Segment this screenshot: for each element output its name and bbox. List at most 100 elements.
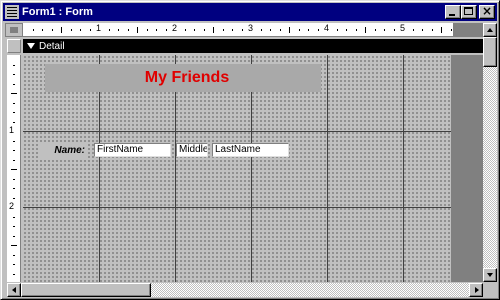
ruler-tick bbox=[394, 29, 395, 31]
ruler-tick bbox=[280, 29, 281, 31]
ruler-tick bbox=[261, 29, 262, 31]
close-icon: × bbox=[481, 4, 493, 18]
scroll-down-button[interactable] bbox=[483, 268, 497, 282]
detail-section-bar[interactable]: Detail bbox=[23, 39, 483, 53]
ruler-tick bbox=[13, 188, 15, 189]
maximize-icon bbox=[464, 7, 473, 15]
title-bar[interactable]: Form1 : Form × bbox=[3, 3, 497, 21]
grid-line bbox=[23, 207, 451, 208]
lastname-textbox[interactable]: LastName bbox=[212, 143, 289, 157]
ruler-tick bbox=[318, 29, 319, 31]
ruler-tick bbox=[232, 29, 233, 31]
ruler-tick bbox=[13, 226, 15, 227]
ruler-number: 1 bbox=[9, 125, 15, 135]
ruler-tick bbox=[13, 264, 15, 265]
section-selector[interactable] bbox=[7, 39, 21, 53]
ruler-tick bbox=[147, 29, 148, 31]
ruler-tick bbox=[242, 29, 243, 31]
ruler-tick bbox=[13, 236, 15, 237]
minimize-icon bbox=[449, 14, 455, 16]
ruler-tick bbox=[194, 29, 195, 31]
ruler-tick bbox=[384, 29, 385, 31]
section-label: Detail bbox=[39, 40, 65, 52]
grid-line bbox=[327, 55, 328, 282]
ruler-tick bbox=[413, 29, 414, 31]
ruler-tick bbox=[13, 160, 15, 161]
firstname-textbox[interactable]: FirstName bbox=[94, 143, 171, 157]
ruler-tick bbox=[13, 84, 15, 85]
ruler-tick bbox=[52, 29, 53, 31]
ruler-tick bbox=[13, 217, 15, 218]
ruler-tick bbox=[118, 29, 119, 31]
grid-line bbox=[23, 131, 451, 132]
window-title: Form1 : Form bbox=[22, 6, 93, 18]
form-background-area bbox=[451, 55, 483, 282]
form-icon[interactable] bbox=[5, 5, 19, 19]
ruler-tick bbox=[213, 27, 214, 33]
ruler-gray-area bbox=[453, 23, 483, 37]
grid-line bbox=[403, 55, 404, 282]
ruler-tick bbox=[13, 179, 15, 180]
horizontal-ruler[interactable]: 1 2 3 4 5 bbox=[23, 23, 483, 37]
ruler-number: 2 bbox=[9, 201, 15, 211]
ruler-tick bbox=[13, 65, 15, 66]
vertical-scrollbar[interactable] bbox=[483, 23, 497, 282]
ruler-tick bbox=[337, 29, 338, 31]
ruler-tick bbox=[13, 198, 15, 199]
ruler-tick bbox=[13, 74, 15, 75]
ruler-tick bbox=[365, 27, 366, 33]
ruler-tick bbox=[166, 29, 167, 31]
ruler-tick bbox=[13, 122, 15, 123]
ruler-tick bbox=[356, 29, 357, 31]
name-label[interactable]: Name: bbox=[39, 144, 87, 158]
ruler-tick bbox=[109, 29, 110, 31]
ruler-tick bbox=[223, 29, 224, 31]
ruler-tick bbox=[432, 29, 433, 31]
ruler-tick bbox=[13, 255, 15, 256]
ruler-tick bbox=[422, 29, 423, 31]
ruler-number: 5 bbox=[400, 23, 406, 33]
ruler-tick bbox=[61, 27, 62, 33]
ruler-tick bbox=[11, 245, 17, 246]
ruler-tick bbox=[42, 29, 43, 31]
ruler-tick bbox=[90, 29, 91, 31]
ruler-tick bbox=[128, 29, 129, 31]
middle-textbox[interactable]: Middle bbox=[176, 143, 208, 157]
ruler-tick bbox=[185, 29, 186, 31]
ruler-tick bbox=[156, 29, 157, 31]
ruler-tick bbox=[13, 141, 15, 142]
vertical-scroll-thumb[interactable] bbox=[483, 37, 497, 67]
ruler-tick bbox=[13, 274, 15, 275]
ruler-tick bbox=[11, 93, 17, 94]
ruler-tick bbox=[11, 169, 17, 170]
form-selector[interactable] bbox=[5, 23, 23, 37]
ruler-tick bbox=[451, 29, 452, 31]
ruler-tick bbox=[375, 29, 376, 31]
scroll-right-button[interactable] bbox=[469, 283, 483, 297]
horizontal-scroll-thumb[interactable] bbox=[21, 283, 151, 297]
ruler-number: 2 bbox=[172, 23, 178, 33]
ruler-tick bbox=[13, 112, 15, 113]
ruler-tick bbox=[289, 27, 290, 33]
ruler-tick bbox=[137, 27, 138, 33]
ruler-tick bbox=[13, 103, 15, 104]
ruler-number: 4 bbox=[324, 23, 330, 33]
scroll-left-button[interactable] bbox=[7, 283, 21, 297]
ruler-tick bbox=[299, 29, 300, 31]
close-button[interactable]: × bbox=[479, 4, 495, 19]
vertical-ruler[interactable]: 12 bbox=[7, 55, 21, 282]
window-controls: × bbox=[445, 4, 495, 19]
ruler-tick bbox=[308, 29, 309, 31]
scroll-up-button[interactable] bbox=[483, 23, 497, 37]
form-title-label[interactable]: My Friends bbox=[45, 64, 321, 92]
horizontal-scrollbar[interactable] bbox=[7, 283, 483, 297]
minimize-button[interactable] bbox=[445, 5, 461, 19]
form-title-text: My Friends bbox=[144, 69, 230, 86]
ruler-tick bbox=[71, 29, 72, 31]
ruler-tick bbox=[270, 29, 271, 31]
form-design-window: Form1 : Form × 12345 Detail 12 My Friend… bbox=[0, 0, 500, 300]
ruler-number: 3 bbox=[248, 23, 254, 33]
ruler-number: 1 bbox=[96, 23, 102, 33]
maximize-button[interactable] bbox=[461, 5, 477, 19]
section-arrow-icon bbox=[26, 41, 36, 51]
